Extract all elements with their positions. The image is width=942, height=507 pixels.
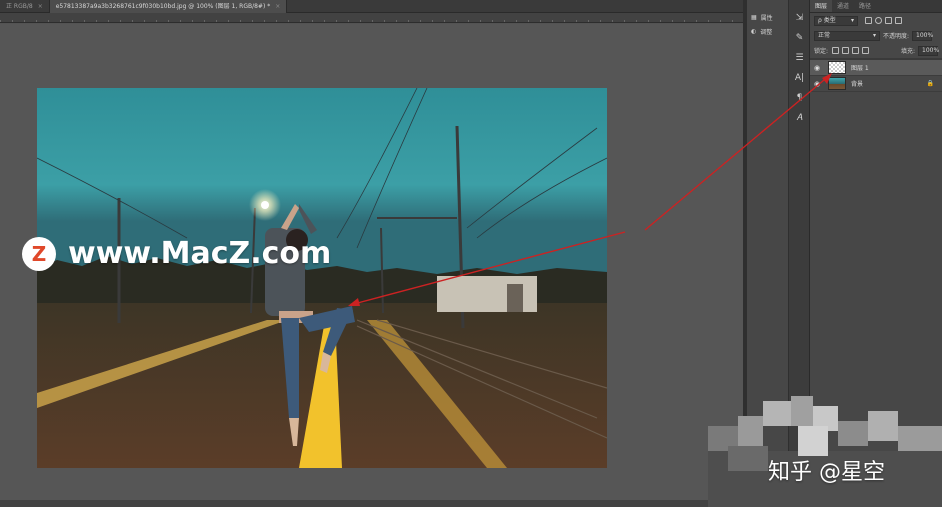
document-tab-bar: 正 RGB/8 × e57813387a9a3b3268761c9f030b10… bbox=[0, 0, 743, 13]
blend-mode-value: 正常 bbox=[818, 32, 831, 39]
type-filter-icon[interactable] bbox=[885, 17, 892, 24]
lock-image-icon[interactable] bbox=[842, 47, 850, 54]
layer-name: 背景 bbox=[851, 81, 864, 88]
layers-panel-tabs: 图层 通道 路径 bbox=[810, 0, 942, 13]
filter-icons bbox=[865, 17, 902, 24]
layer-name: 图层 1 bbox=[851, 65, 869, 72]
properties-label: 属性 bbox=[760, 14, 773, 22]
tab-label: 正 RGB/8 bbox=[6, 2, 33, 10]
document-tab-active[interactable]: e57813387a9a3b3268761c9f030b10bd.jpg @ 1… bbox=[49, 0, 288, 13]
chevron-down-icon: ▾ bbox=[872, 32, 876, 39]
mosaic-overlay bbox=[708, 396, 942, 507]
pixel-filter-icon[interactable] bbox=[865, 17, 872, 24]
properties-icon: ▦ bbox=[751, 13, 757, 21]
tab-layers[interactable]: 图层 bbox=[810, 0, 833, 12]
adjustments-label: 调整 bbox=[760, 28, 773, 36]
settings-sliders-icon[interactable]: ☰ bbox=[789, 48, 810, 68]
move-tool-icon[interactable]: ⇲ bbox=[789, 8, 810, 28]
photo-illustration bbox=[37, 88, 607, 468]
glyphs-icon[interactable]: 𝐴 bbox=[789, 108, 810, 128]
layer-row-background[interactable]: ◉ 背景 🔒 bbox=[810, 76, 942, 92]
watermark-text: www.MacZ.com bbox=[68, 236, 332, 271]
watermark-logo: Z bbox=[22, 236, 56, 271]
close-icon[interactable]: × bbox=[38, 0, 43, 13]
opacity-label: 不透明度: bbox=[883, 33, 910, 40]
close-icon[interactable]: × bbox=[275, 0, 280, 13]
horizontal-ruler bbox=[0, 13, 743, 23]
fill-label: 填充: bbox=[900, 48, 915, 55]
layer-thumbnail bbox=[828, 77, 846, 90]
lock-icon: 🔒 bbox=[926, 80, 934, 87]
shape-filter-icon[interactable] bbox=[895, 17, 902, 24]
layer-thumbnail bbox=[828, 61, 846, 74]
brush-tool-icon[interactable]: ✎ bbox=[789, 28, 810, 48]
fill-input[interactable]: 100% bbox=[918, 45, 940, 56]
filter-row: ρ 类型 ▾ bbox=[810, 13, 942, 28]
blend-mode-select[interactable]: 正常 ▾ bbox=[814, 30, 880, 41]
document-tab-previous[interactable]: 正 RGB/8 × bbox=[0, 0, 50, 13]
paragraph-icon[interactable]: ¶ bbox=[789, 88, 810, 108]
character-icon[interactable]: A| bbox=[789, 68, 810, 88]
fill-value: 100% bbox=[922, 47, 940, 54]
chevron-down-icon: ▾ bbox=[850, 17, 854, 24]
visibility-eye-icon[interactable]: ◉ bbox=[814, 64, 824, 72]
status-bar bbox=[0, 500, 743, 507]
visibility-eye-icon[interactable]: ◉ bbox=[814, 80, 824, 88]
layer-row-layer1[interactable]: ◉ 图层 1 bbox=[810, 60, 942, 76]
adjustments-icon: ◐ bbox=[751, 27, 757, 35]
lock-icons bbox=[832, 47, 870, 54]
opacity-value: 100% bbox=[916, 32, 934, 39]
filter-kind-value: ρ 类型 bbox=[818, 17, 836, 24]
tab-label: e57813387a9a3b3268761c9f030b10bd.jpg @ 1… bbox=[55, 2, 271, 10]
blend-row: 正常 ▾ 不透明度: 100% bbox=[810, 28, 942, 43]
tab-channels[interactable]: 通道 bbox=[832, 0, 854, 12]
properties-button[interactable]: ▦ 属性 bbox=[747, 10, 788, 24]
lock-transparent-icon[interactable] bbox=[832, 47, 840, 54]
adjustments-button[interactable]: ◐ 调整 bbox=[747, 24, 788, 38]
filter-kind-select[interactable]: ρ 类型 ▾ bbox=[814, 15, 858, 26]
lock-position-icon[interactable] bbox=[852, 47, 860, 54]
site-watermark: Z www.MacZ.com bbox=[22, 236, 331, 271]
zhihu-watermark: 知乎 @星空 bbox=[768, 460, 885, 485]
tab-paths[interactable]: 路径 bbox=[854, 0, 876, 12]
lock-label: 锁定: bbox=[814, 48, 829, 55]
lock-all-icon[interactable] bbox=[862, 47, 870, 54]
adjustment-filter-icon[interactable] bbox=[875, 17, 882, 24]
opacity-input[interactable]: 100% bbox=[912, 30, 934, 41]
canvas-image[interactable] bbox=[37, 88, 607, 468]
lock-row: 锁定: 填充: 100% bbox=[810, 43, 942, 58]
